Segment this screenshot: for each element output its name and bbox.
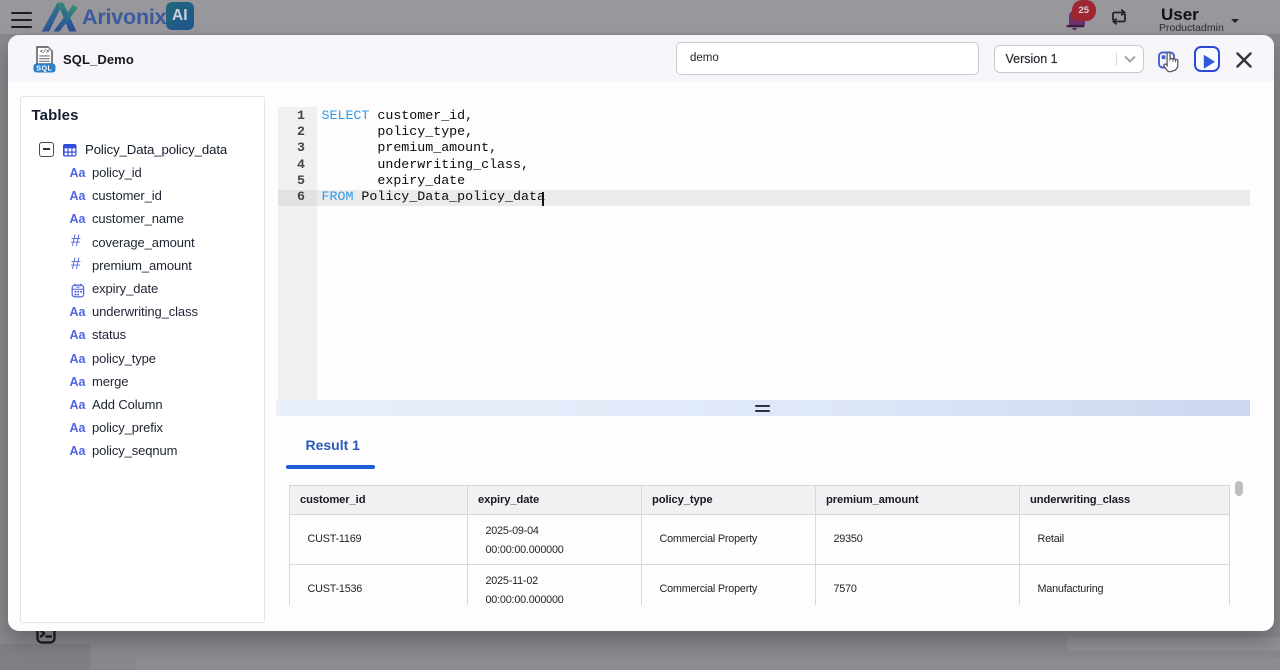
svg-text:SQL: SQL — [36, 63, 52, 72]
svg-text:</>: </> — [40, 49, 49, 55]
